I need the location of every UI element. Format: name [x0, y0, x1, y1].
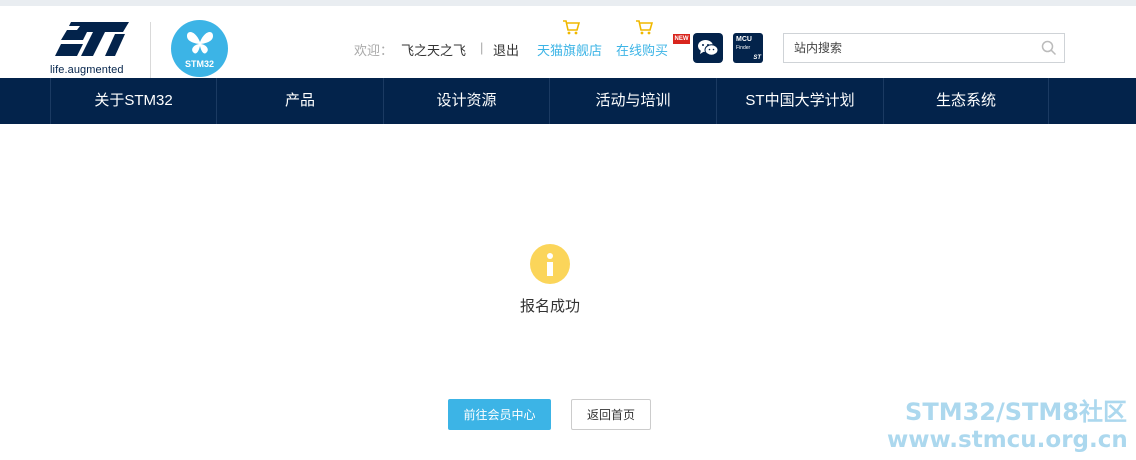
mcu-finder-brand: ST — [753, 55, 761, 61]
stm32-logo[interactable]: STM32 — [171, 20, 228, 77]
brand-tagline: life.augmented — [50, 64, 124, 76]
mcu-finder-button[interactable]: MCU Finder ST — [733, 33, 763, 63]
back-home-button[interactable]: 返回首页 — [571, 399, 651, 430]
user-separator: | — [480, 40, 484, 55]
stm32-badge-text: STM32 — [184, 59, 214, 69]
butterfly-icon — [187, 32, 213, 54]
st-logo-mark — [55, 22, 129, 56]
mcu-finder-title: MCU — [736, 36, 752, 43]
nav-item-university-program[interactable]: ST中国大学计划 — [716, 78, 883, 124]
logout-link[interactable]: 退出 — [493, 40, 519, 59]
info-icon-bar — [547, 262, 553, 276]
nav-item-design-resources[interactable]: 设计资源 — [383, 78, 549, 124]
nav-item-ecosystem[interactable]: 生态系统 — [883, 78, 1049, 124]
nav-item-events-training[interactable]: 活动与培训 — [549, 78, 716, 124]
search-input[interactable] — [784, 34, 1034, 62]
nav-item-about-stm32[interactable]: 关于STM32 — [50, 78, 216, 124]
st-logo[interactable]: life.augmented — [50, 20, 136, 78]
tmall-store-link[interactable]: 天猫旗舰店 — [537, 40, 602, 59]
logo-divider — [150, 22, 151, 78]
info-icon-dot — [547, 253, 553, 259]
username[interactable]: 飞之天之飞 — [401, 40, 466, 59]
header: life.augmented STM32 欢迎： 飞之天之飞 | 退出 天猫旗舰… — [0, 0, 1136, 78]
new-badge: NEW — [673, 34, 690, 44]
welcome-label: 欢迎： — [354, 43, 394, 58]
nav-item-products[interactable]: 产品 — [216, 78, 383, 124]
watermark-line-1: STM32/STM8社区 — [905, 398, 1127, 426]
watermark-line-2: www.stmcu.org.cn — [887, 427, 1128, 453]
search-icon[interactable] — [1041, 40, 1057, 56]
wechat-button[interactable] — [693, 33, 723, 63]
search-box — [783, 33, 1065, 63]
mcu-finder-subtitle: Finder — [736, 45, 751, 51]
member-center-button[interactable]: 前往会员中心 — [448, 399, 551, 430]
shopping-cart-icon[interactable] — [562, 19, 580, 35]
main-nav: 关于STM32 产品 设计资源 活动与培训 ST中国大学计划 生态系统 — [0, 78, 1136, 124]
success-message: 报名成功 — [519, 298, 580, 315]
shopping-cart-icon[interactable] — [635, 19, 653, 35]
info-icon — [530, 244, 570, 284]
site-watermark: STM32/STM8社区 www.stmcu.org.cn — [887, 398, 1128, 454]
online-buy-link[interactable]: 在线购买 — [616, 40, 668, 59]
wechat-icon — [698, 40, 719, 56]
